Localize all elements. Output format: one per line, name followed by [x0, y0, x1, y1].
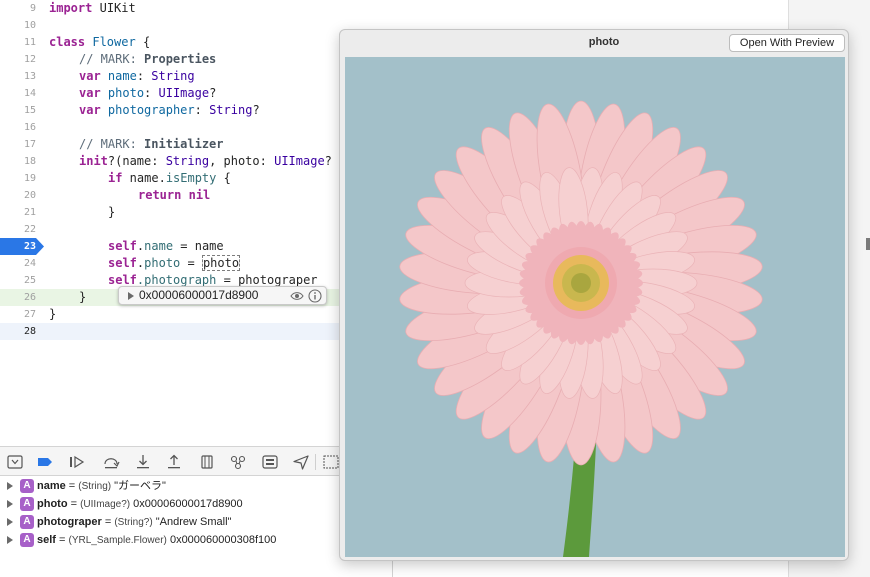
line-number: 24 — [23, 258, 36, 269]
flower-photo-image — [345, 57, 845, 557]
code-text[interactable]: if name.isEmpty { — [108, 170, 231, 187]
continue-icon[interactable] — [68, 454, 86, 470]
line-number: 10 — [23, 20, 36, 31]
breakpoint-line-number: 23 — [23, 241, 36, 252]
step-out-icon[interactable] — [165, 454, 183, 470]
line-number: 14 — [23, 88, 36, 99]
disclosure-triangle-icon[interactable] — [7, 518, 13, 526]
breakpoint-marker[interactable]: 23 — [0, 238, 44, 255]
toolbar-divider — [315, 454, 316, 470]
line-number: 9 — [29, 3, 36, 14]
line-number: 27 — [23, 309, 36, 320]
hovered-token[interactable]: photo — [201, 255, 241, 271]
line-number: 25 — [23, 275, 36, 286]
environment-overrides-icon[interactable] — [261, 454, 279, 470]
gerbera-daisy-picture — [345, 57, 845, 557]
line-number: 26 — [23, 292, 36, 303]
code-text[interactable]: var photo: UIImage? — [79, 85, 216, 102]
variable-kind-badge: A — [20, 497, 34, 511]
code-text[interactable]: } — [49, 306, 56, 323]
line-number: 16 — [23, 122, 36, 133]
line-number: 21 — [23, 207, 36, 218]
eye-icon[interactable] — [290, 290, 304, 302]
variable-kind-badge: A — [20, 479, 34, 493]
info-icon[interactable] — [308, 289, 322, 303]
code-text[interactable]: return nil — [138, 187, 210, 204]
datatip-value: 0x00006000017d8900 — [139, 288, 259, 302]
line-number: 17 — [23, 139, 36, 150]
line-number: 22 — [23, 224, 36, 235]
code-text[interactable]: init?(name: String, photo: UIImage? — [79, 153, 332, 170]
line-number: 19 — [23, 173, 36, 184]
variables-view: A name = (String) "ガーベラ" A photo = (UIIm… — [0, 477, 393, 577]
line-number: 20 — [23, 190, 36, 201]
debug-view-hierarchy-icon[interactable] — [198, 454, 216, 470]
variable-row[interactable]: A self = (YRL_Sample.Flower) 0x000060000… — [0, 531, 393, 549]
disclosure-triangle-icon[interactable] — [7, 500, 13, 508]
variable-text: name = (String) "ガーベラ" — [37, 480, 166, 492]
variable-row[interactable]: A photograper = (String?) "Andrew Small" — [0, 513, 393, 531]
code-text[interactable]: self.name = name — [108, 238, 224, 255]
step-over-icon[interactable] — [102, 454, 120, 470]
variable-row[interactable]: A name = (String) "ガーベラ" — [0, 477, 393, 495]
variable-row[interactable]: A photo = (UIImage?) 0x00006000017d8900 — [0, 495, 393, 513]
disclosure-triangle-icon[interactable] — [7, 482, 13, 490]
code-text[interactable]: import UIKit — [49, 0, 136, 17]
breakpoints-toggle-icon[interactable] — [36, 454, 54, 470]
line-number: 11 — [23, 37, 36, 48]
step-into-icon[interactable] — [134, 454, 152, 470]
variable-kind-badge: A — [20, 515, 34, 529]
code-text[interactable]: } — [108, 204, 115, 221]
line-number: 12 — [23, 54, 36, 65]
hide-debug-area-icon[interactable] — [6, 454, 24, 470]
code-text[interactable]: self.photo = photo — [108, 255, 241, 272]
disclosure-triangle-icon[interactable] — [7, 536, 13, 544]
code-text[interactable]: var photographer: String? — [79, 102, 260, 119]
quick-look-popover: photo Open With Preview — [339, 29, 849, 561]
clipped-text-glyph — [866, 238, 870, 250]
code-text[interactable]: // MARK: Properties — [79, 51, 216, 68]
code-line: 9 import UIKit — [0, 0, 788, 17]
code-text[interactable]: class Flower { — [49, 34, 150, 51]
code-text[interactable]: } — [79, 289, 86, 306]
open-with-preview-button[interactable]: Open With Preview — [729, 34, 845, 52]
variable-text: self = (YRL_Sample.Flower) 0x00006000030… — [37, 534, 277, 546]
variable-datatip[interactable]: 0x00006000017d8900 — [118, 286, 327, 305]
code-text[interactable]: var name: String — [79, 68, 195, 85]
line-number: 13 — [23, 71, 36, 82]
line-number: 18 — [23, 156, 36, 167]
line-number: 15 — [23, 105, 36, 116]
frame-icon[interactable] — [322, 454, 340, 470]
variable-text: photograper = (String?) "Andrew Small" — [37, 516, 232, 528]
code-text[interactable]: // MARK: Initializer — [79, 136, 224, 153]
variable-text: photo = (UIImage?) 0x00006000017d8900 — [37, 498, 243, 510]
line-number: 28 — [23, 326, 36, 337]
variable-kind-badge: A — [20, 533, 34, 547]
simulate-location-icon[interactable] — [292, 454, 310, 470]
disclosure-triangle-icon[interactable] — [128, 292, 134, 300]
memory-graph-icon[interactable] — [229, 454, 247, 470]
